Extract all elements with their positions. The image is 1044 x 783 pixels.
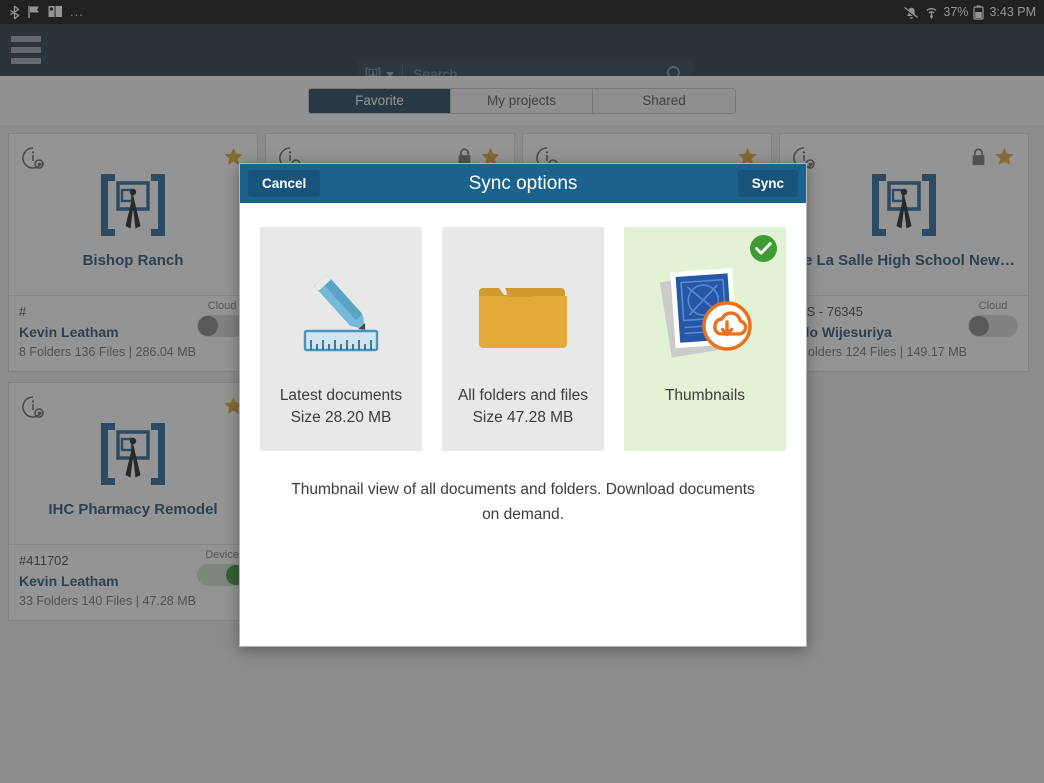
sync-option-label: Thumbnails [664,387,746,404]
sync-button[interactable]: Sync [737,170,798,197]
folder-icon [475,261,571,371]
sync-option-latest-documents[interactable]: Latest documents Size 28.20 MB [260,227,422,451]
dialog-header: Cancel Sync options Sync [240,164,806,203]
selected-check-icon [750,235,777,262]
dialog-body: Latest documents Size 28.20 MB All folde… [240,203,806,646]
sync-option-size: Size 47.28 MB [472,409,574,426]
pencil-ruler-icon [298,261,384,371]
drawing-cloud-download-icon [649,261,761,371]
sync-option-list: Latest documents Size 28.20 MB All folde… [260,227,786,451]
sync-option-all-folders-files[interactable]: All folders and files Size 47.28 MB [442,227,604,451]
cancel-button[interactable]: Cancel [248,170,321,197]
sync-option-thumbnails[interactable]: Thumbnails [624,227,786,451]
sync-option-size: Size 28.20 MB [290,409,392,426]
app-root: ... 37% [0,0,1044,783]
sync-option-label: All folders and files [457,387,589,404]
sync-options-dialog: Cancel Sync options Sync Latest document… [239,163,807,647]
sync-option-description: Thumbnail view of all documents and fold… [291,481,755,523]
sync-option-label: Latest documents [279,387,403,404]
dialog-title: Sync options [468,172,578,194]
